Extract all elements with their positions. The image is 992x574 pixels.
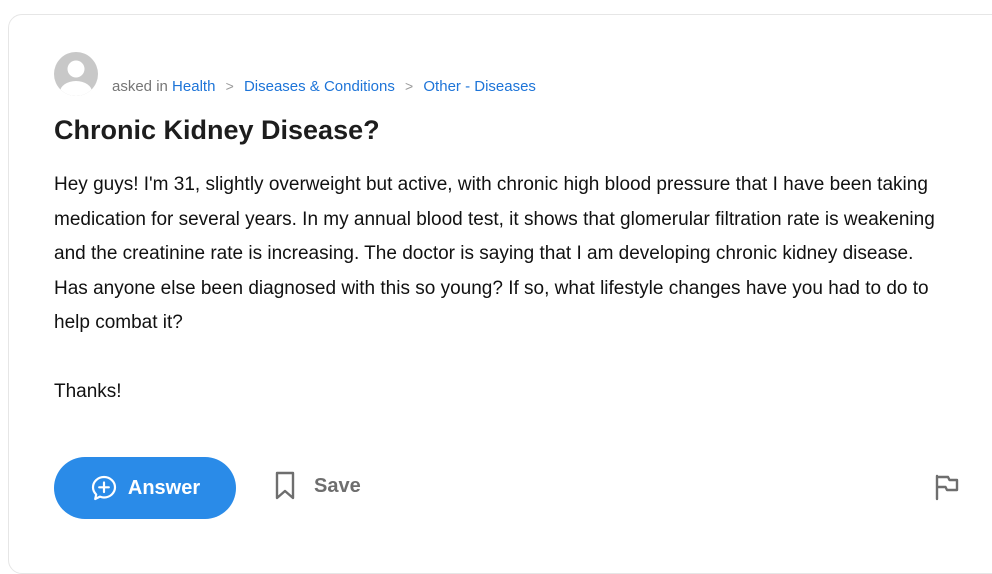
- bookmark-icon: [274, 471, 296, 501]
- breadcrumb-other-diseases[interactable]: Other - Diseases: [423, 78, 536, 95]
- save-button[interactable]: Save: [274, 471, 361, 501]
- save-label: Save: [314, 474, 361, 497]
- question-paragraph: Thanks!: [54, 381, 122, 402]
- question-title: Chronic Kidney Disease?: [54, 115, 380, 145]
- question-actions: Answer Save: [54, 457, 966, 519]
- flag-icon: [935, 474, 959, 501]
- answer-plus-icon: [90, 474, 118, 502]
- question-body: Hey guys! I'm 31, slightly overweight bu…: [54, 168, 964, 410]
- avatar[interactable]: [54, 52, 98, 96]
- breadcrumb-separator: >: [225, 78, 234, 94]
- answer-label: Answer: [127, 476, 201, 499]
- breadcrumb-diseases-conditions[interactable]: Diseases & Conditions: [244, 78, 395, 95]
- question-paragraph: Hey guys! I'm 31, slightly overweight bu…: [54, 174, 935, 264]
- question-meta: asked in Health > Diseases & Conditions …: [54, 50, 536, 96]
- report-flag-button[interactable]: [934, 473, 960, 501]
- question-paragraph: Has anyone else been diagnosed with this…: [54, 277, 929, 334]
- breadcrumb-separator: >: [405, 78, 414, 94]
- asked-in-label: asked in: [112, 78, 168, 95]
- user-icon: [60, 60, 92, 96]
- answer-button[interactable]: Answer: [54, 457, 236, 519]
- breadcrumb: asked in Health > Diseases & Conditions …: [112, 77, 536, 96]
- question-paragraph-blank: [54, 341, 964, 376]
- breadcrumb-health[interactable]: Health: [172, 78, 215, 95]
